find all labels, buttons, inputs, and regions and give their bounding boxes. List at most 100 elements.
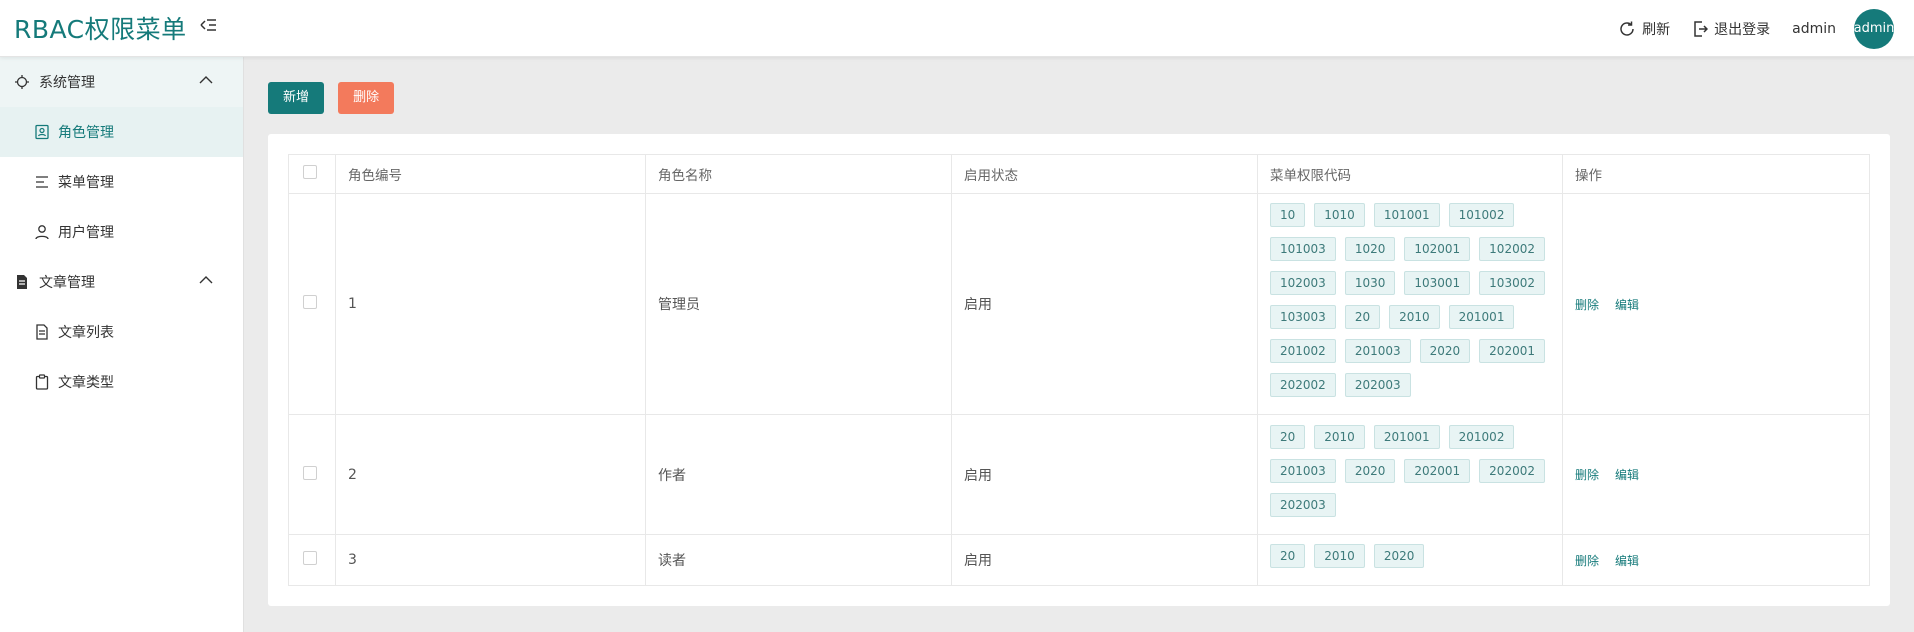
cell-status: 启用 bbox=[951, 193, 1258, 415]
sidebar-item-users[interactable]: 用户管理 bbox=[0, 207, 243, 257]
username[interactable]: admin bbox=[1792, 21, 1836, 37]
chevron-up-icon bbox=[199, 276, 213, 284]
row-checkbox[interactable] bbox=[303, 551, 317, 565]
sidebar-item-roles[interactable]: 角色管理 bbox=[0, 107, 243, 157]
permission-code-tag: 1010 bbox=[1314, 203, 1365, 227]
col-header-role-name: 角色名称 bbox=[645, 154, 952, 194]
row-edit-link[interactable]: 编辑 bbox=[1615, 554, 1639, 568]
permission-code-tag: 2010 bbox=[1314, 544, 1365, 568]
table-row: 2 作者 启用 20 2010 201001 201002201003 2020 202001 2… bbox=[288, 414, 1870, 535]
toolbar: 新增 删除 bbox=[268, 82, 403, 114]
cell-actions: 删除 编辑 bbox=[1562, 414, 1870, 535]
row-checkbox[interactable] bbox=[303, 295, 317, 309]
cell-actions: 删除 编辑 bbox=[1562, 193, 1870, 415]
refresh-button[interactable]: 刷新 bbox=[1618, 19, 1670, 39]
cell-status: 启用 bbox=[951, 534, 1258, 586]
cell-status: 启用 bbox=[951, 414, 1258, 535]
row-checkbox[interactable] bbox=[303, 465, 317, 480]
permission-code-tag: 2020 bbox=[1373, 544, 1425, 568]
sidebar-item-label: 菜单管理 bbox=[58, 175, 114, 191]
permission-code-tag: 201002 bbox=[1270, 339, 1336, 363]
sidebar-group-label: 文章管理 bbox=[39, 275, 95, 291]
permission-code-tag: 202002 bbox=[1479, 458, 1545, 483]
col-header-status: 启用状态 bbox=[951, 154, 1258, 194]
avatar[interactable]: admin bbox=[1854, 8, 1894, 49]
permission-code-tag: 102002 bbox=[1479, 237, 1545, 261]
sidebar-item-label: 文章类型 bbox=[58, 375, 114, 391]
logout-button[interactable]: 退出登录 bbox=[1692, 19, 1770, 39]
sidebar-group-articles[interactable]: 文章管理 bbox=[0, 257, 243, 307]
delete-button[interactable]: 删除 bbox=[338, 82, 395, 114]
document-icon bbox=[17, 275, 27, 289]
permission-code-tag: 201003 bbox=[1270, 458, 1336, 483]
permission-code-tag: 20 bbox=[1270, 424, 1306, 449]
table-header-row: 角色编号 角色名称 启用状态 菜单权限代码 操作 bbox=[288, 154, 1870, 194]
table-card: 角色编号 角色名称 启用状态 菜单权限代码 操作 1 管理员 启用 10 1010 101… bbox=[268, 134, 1890, 606]
sidebar-item-article-types[interactable]: 文章类型 bbox=[0, 357, 243, 407]
permission-code-tag: 201002 bbox=[1448, 424, 1515, 449]
permission-code-tag: 103003 bbox=[1270, 305, 1336, 329]
select-all-checkbox[interactable] bbox=[303, 165, 317, 179]
permission-code-tag: 102001 bbox=[1404, 237, 1471, 261]
permission-code-tag: 20 bbox=[1344, 305, 1381, 329]
cell-permission-codes: 20 2010 2020 bbox=[1257, 534, 1563, 586]
permission-code-tag: 202002 bbox=[1270, 373, 1336, 397]
cell-permission-codes: 20 2010 201001 201002 201003 2020 202001 202002… bbox=[1257, 414, 1563, 535]
row-edit-link[interactable]: 编辑 bbox=[1615, 468, 1639, 482]
logout-label: 退出登录 bbox=[1714, 21, 1771, 38]
collapse-menu-icon[interactable] bbox=[199, 17, 219, 37]
table-row: 1 管理员 启用 10 1010 101001 101002101003 1020 102001… bbox=[288, 193, 1870, 415]
app-logo-title: RBAC权限菜单 bbox=[14, 15, 187, 44]
permission-code-tag: 1020 bbox=[1344, 237, 1396, 261]
cell-role-id: 1 bbox=[335, 193, 646, 415]
permission-code-tag: 10 bbox=[1270, 203, 1306, 227]
chevron-up-icon bbox=[199, 76, 213, 84]
sidebar-item-label: 文章列表 bbox=[58, 325, 114, 341]
sidebar-item-menus[interactable]: 菜单管理 bbox=[0, 157, 243, 207]
permission-code-tag: 202001 bbox=[1479, 339, 1545, 363]
permission-code-tag: 202003 bbox=[1344, 373, 1411, 397]
permission-code-tag: 2010 bbox=[1314, 424, 1365, 449]
sidebar-item-article-list[interactable]: 文章列表 bbox=[0, 307, 243, 357]
permission-code-tag: 201003 bbox=[1344, 339, 1411, 363]
permission-code-tag: 2020 bbox=[1419, 339, 1471, 363]
cell-permission-codes: 10 1010 101001 101002101003 1020 102001 102002… bbox=[1257, 193, 1563, 415]
permission-code-tag: 202001 bbox=[1404, 458, 1471, 483]
permission-code-tag: 20 bbox=[1270, 544, 1306, 568]
table-row: 3 读者 启用 20 2010 2020 删除 编辑 bbox=[288, 534, 1870, 586]
add-button[interactable]: 新增 bbox=[268, 82, 325, 114]
permission-code-tag: 101001 bbox=[1373, 203, 1440, 227]
user-icon bbox=[35, 225, 49, 240]
sidebar: 系统管理 角色管理 菜单管理 用户管理 文章管理 文章列表 文章类型 bbox=[0, 57, 244, 632]
row-edit-link[interactable]: 编辑 bbox=[1615, 298, 1639, 312]
refresh-icon bbox=[1620, 21, 1634, 36]
row-delete-link[interactable]: 删除 bbox=[1575, 554, 1599, 568]
list-icon bbox=[36, 176, 48, 188]
permission-code-tag: 101003 bbox=[1270, 237, 1336, 261]
col-header-role-id: 角色编号 bbox=[335, 154, 646, 194]
row-delete-link[interactable]: 删除 bbox=[1575, 468, 1599, 482]
permission-code-tag: 103001 bbox=[1404, 271, 1471, 295]
permission-code-tag: 2010 bbox=[1389, 305, 1440, 329]
permission-code-tag: 201001 bbox=[1373, 424, 1440, 449]
cell-actions: 删除 编辑 bbox=[1562, 534, 1870, 586]
row-delete-link[interactable]: 删除 bbox=[1575, 298, 1599, 312]
cell-role-id: 3 bbox=[335, 534, 646, 586]
sidebar-group-system[interactable]: 系统管理 bbox=[0, 57, 243, 107]
settings-icon bbox=[15, 75, 29, 89]
col-header-actions: 操作 bbox=[1562, 154, 1870, 194]
cell-role-name: 管理员 bbox=[645, 193, 952, 415]
role-icon bbox=[35, 124, 49, 140]
cell-role-name: 读者 bbox=[645, 534, 952, 586]
clipboard-icon bbox=[35, 374, 49, 390]
permission-code-tag: 2020 bbox=[1344, 458, 1396, 483]
permission-code-tag: 1030 bbox=[1344, 271, 1396, 295]
roles-table: 角色编号 角色名称 启用状态 菜单权限代码 操作 1 管理员 启用 10 1010 101… bbox=[288, 154, 1870, 586]
cell-role-name: 作者 bbox=[645, 414, 952, 535]
cell-role-id: 2 bbox=[335, 414, 646, 535]
permission-code-tag: 101002 bbox=[1448, 203, 1515, 227]
logout-icon bbox=[1694, 20, 1709, 37]
permission-code-tag: 202003 bbox=[1270, 492, 1336, 517]
permission-code-tag: 103002 bbox=[1479, 271, 1545, 295]
refresh-label: 刷新 bbox=[1642, 21, 1671, 38]
